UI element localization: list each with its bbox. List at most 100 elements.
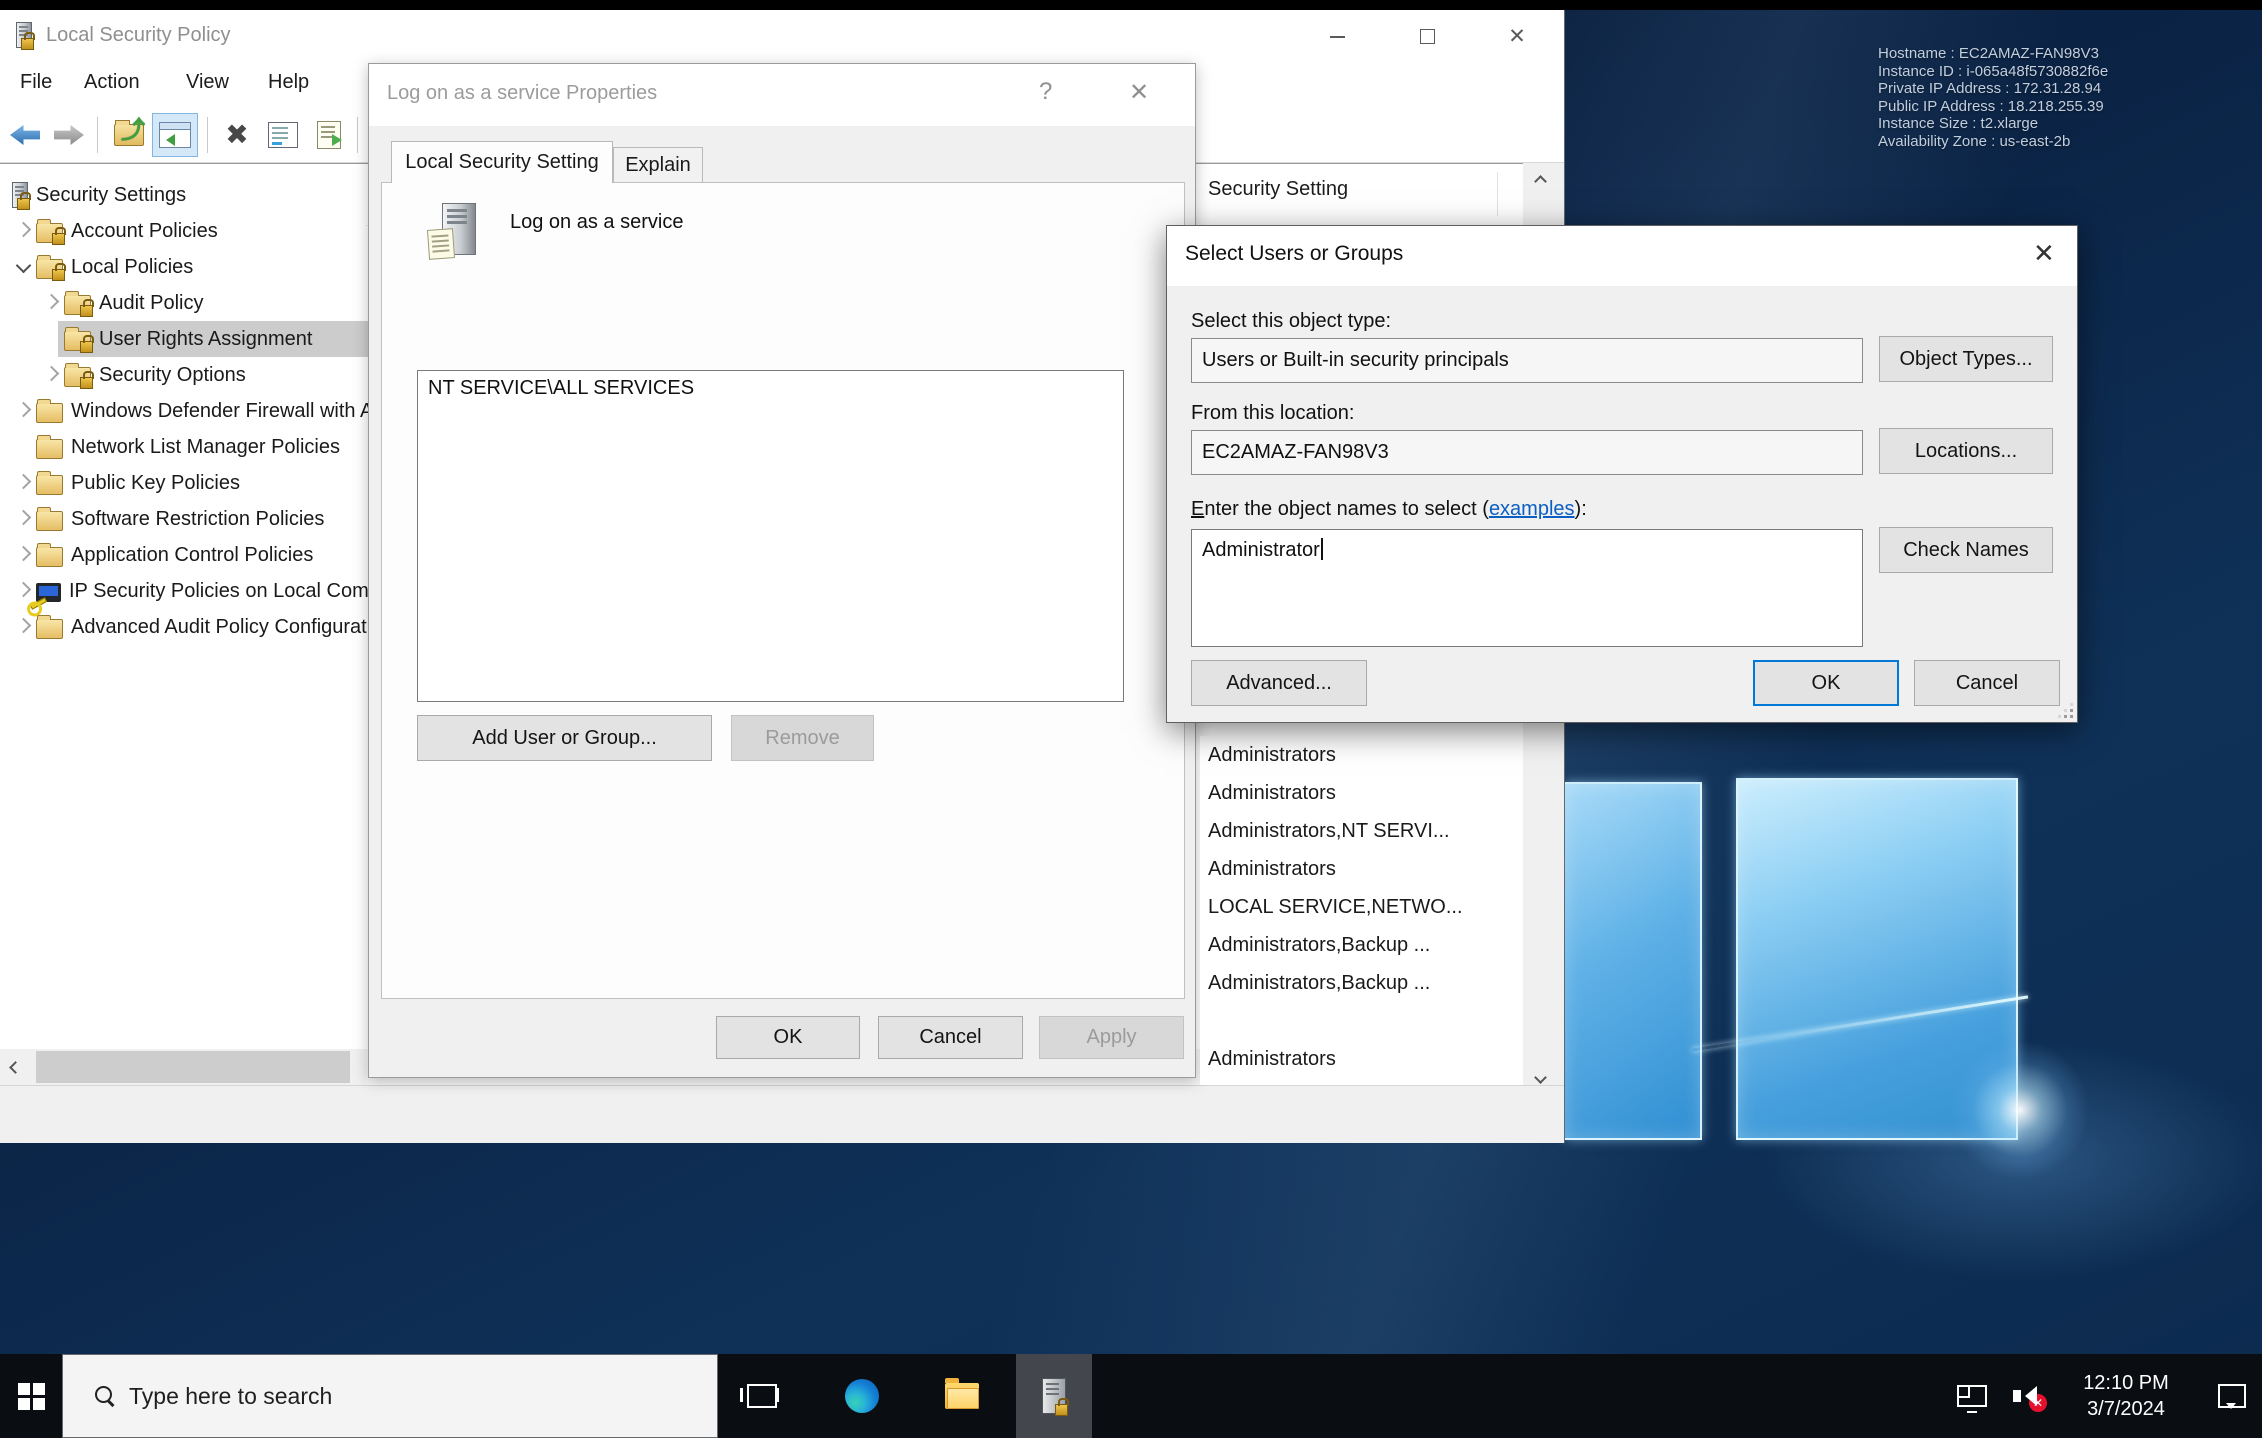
column-header-security-setting[interactable]: Security Setting bbox=[1208, 178, 1348, 201]
scroll-up-button[interactable] bbox=[1523, 163, 1558, 199]
folder-icon bbox=[36, 547, 63, 567]
check-names-button[interactable]: Check Names bbox=[1879, 527, 2053, 573]
object-type-field[interactable]: Users or Built-in security principals bbox=[1191, 338, 1863, 383]
object-names-input[interactable]: Administrator bbox=[1191, 529, 1863, 647]
maximize-button[interactable] bbox=[1382, 10, 1472, 63]
properties-button[interactable] bbox=[262, 113, 304, 157]
tree-item-ip-security-policies[interactable]: IP Security Policies on Local Computer bbox=[0, 573, 420, 609]
members-listbox[interactable]: NT SERVICE\ALL SERVICES bbox=[417, 370, 1124, 702]
scroll-left-button[interactable] bbox=[0, 1049, 30, 1085]
chevron-down-icon[interactable] bbox=[15, 258, 31, 274]
menu-help[interactable]: Help bbox=[268, 71, 309, 94]
toolbar-separator bbox=[97, 117, 98, 153]
task-view-button[interactable] bbox=[726, 1354, 798, 1438]
scroll-document-icon bbox=[427, 228, 455, 260]
up-level-button[interactable]: ⤴ bbox=[108, 113, 150, 157]
tree-item-audit-policy[interactable]: Audit Policy bbox=[0, 285, 420, 321]
tab-local-security-setting[interactable]: Local Security Setting bbox=[391, 141, 613, 183]
scrollbar-thumb[interactable] bbox=[36, 1051, 350, 1083]
list-item[interactable]: Administrators,Backup ... bbox=[1208, 926, 1523, 964]
forward-button[interactable] bbox=[48, 113, 90, 157]
tree-item-label: Application Control Policies bbox=[71, 544, 313, 567]
action-center-icon bbox=[2218, 1384, 2246, 1408]
network-tray-button[interactable] bbox=[1948, 1354, 1996, 1438]
dialog-titlebar: Select Users or Groups ✕ bbox=[1167, 226, 2077, 286]
tree-item-security-settings[interactable]: Security Settings bbox=[0, 177, 420, 213]
cancel-button[interactable]: Cancel bbox=[1914, 660, 2060, 706]
tree-item-advanced-audit-policy[interactable]: Advanced Audit Policy Configuration bbox=[0, 609, 420, 645]
chevron-right-icon[interactable] bbox=[43, 366, 59, 382]
menu-view[interactable]: View bbox=[186, 71, 229, 94]
tree-item-user-rights-assignment[interactable]: User Rights Assignment bbox=[0, 321, 420, 357]
chevron-right-icon[interactable] bbox=[15, 402, 31, 418]
chevron-right-icon[interactable] bbox=[15, 618, 31, 634]
close-button[interactable]: ✕ bbox=[2033, 238, 2055, 269]
chevron-right-icon[interactable] bbox=[43, 294, 59, 310]
chevron-right-icon[interactable] bbox=[15, 222, 31, 238]
volume-tray-button[interactable]: ✕ bbox=[2000, 1354, 2052, 1438]
list-item[interactable] bbox=[1208, 1002, 1523, 1040]
back-button[interactable] bbox=[4, 113, 46, 157]
chevron-right-icon[interactable] bbox=[15, 474, 31, 490]
list-item[interactable]: Administrators bbox=[1208, 736, 1523, 774]
tree-item-network-list-manager[interactable]: Network List Manager Policies bbox=[0, 429, 420, 465]
tree-item-security-options[interactable]: Security Options bbox=[0, 357, 420, 393]
lock-icon bbox=[17, 198, 30, 210]
apply-button[interactable]: Apply bbox=[1039, 1016, 1184, 1059]
taskbar: Type here to search ✕ 12:10 PM 3/7/2024 bbox=[0, 1354, 2262, 1438]
ok-button[interactable]: OK bbox=[1753, 660, 1899, 706]
examples-link[interactable]: examples bbox=[1489, 498, 1575, 520]
tree-item-public-key-policies[interactable]: Public Key Policies bbox=[0, 465, 420, 501]
show-console-tree-button[interactable] bbox=[152, 113, 198, 157]
cancel-button[interactable]: Cancel bbox=[878, 1016, 1023, 1059]
tree-item-application-control[interactable]: Application Control Policies bbox=[0, 537, 420, 573]
member-item[interactable]: NT SERVICE\ALL SERVICES bbox=[418, 371, 1123, 406]
add-user-or-group-button[interactable]: Add User or Group... bbox=[417, 715, 712, 761]
object-types-button[interactable]: Object Types... bbox=[1879, 336, 2053, 382]
ec2-public-ip: Public IP Address : 18.218.255.39 bbox=[1878, 98, 2108, 116]
delete-button[interactable]: ✖ bbox=[216, 113, 258, 157]
export-list-button[interactable] bbox=[308, 113, 350, 157]
file-explorer-button[interactable] bbox=[926, 1354, 998, 1438]
dialog-title: Select Users or Groups bbox=[1185, 242, 1403, 266]
tree-item-local-policies[interactable]: Local Policies bbox=[0, 249, 420, 285]
chevron-right-icon[interactable] bbox=[15, 582, 31, 598]
clock-time: 12:10 PM bbox=[2083, 1370, 2169, 1396]
list-item[interactable]: LOCAL SERVICE,NETWO... bbox=[1208, 888, 1523, 926]
start-button[interactable] bbox=[0, 1354, 62, 1438]
minimize-button[interactable] bbox=[1292, 10, 1382, 63]
chevron-right-icon[interactable] bbox=[15, 546, 31, 562]
advanced-button[interactable]: Advanced... bbox=[1191, 660, 1367, 706]
list-item[interactable]: Administrators,Backup ... bbox=[1208, 964, 1523, 1002]
locations-button[interactable]: Locations... bbox=[1879, 428, 2053, 474]
help-button[interactable]: ? bbox=[1039, 78, 1052, 106]
resize-grip[interactable] bbox=[2059, 704, 2073, 718]
ok-button[interactable]: OK bbox=[716, 1016, 860, 1059]
menu-action[interactable]: Action bbox=[84, 71, 140, 94]
tree-item-windows-defender-firewall[interactable]: Windows Defender Firewall with Advanced … bbox=[0, 393, 420, 429]
list-item[interactable]: Administrators bbox=[1208, 1040, 1523, 1078]
close-button[interactable]: ✕ bbox=[1129, 78, 1149, 107]
tree-item-account-policies[interactable]: Account Policies bbox=[0, 213, 420, 249]
folder-lock-icon bbox=[64, 331, 91, 351]
taskbar-search[interactable]: Type here to search bbox=[62, 1354, 718, 1438]
list-item[interactable]: Administrators bbox=[1208, 850, 1523, 888]
list-item[interactable]: Administrators,NT SERVI... bbox=[1208, 812, 1523, 850]
forward-arrow-icon bbox=[54, 125, 84, 145]
dialog-titlebar: Log on as a service Properties ? ✕ bbox=[369, 64, 1195, 126]
location-field[interactable]: EC2AMAZ-FAN98V3 bbox=[1191, 430, 1863, 475]
local-security-policy-taskbar-button[interactable] bbox=[1016, 1354, 1092, 1438]
edge-button[interactable] bbox=[826, 1354, 898, 1438]
column-divider[interactable] bbox=[1497, 172, 1498, 216]
list-item[interactable]: Administrators bbox=[1208, 774, 1523, 812]
tree-item-software-restriction[interactable]: Software Restriction Policies bbox=[0, 501, 420, 537]
tree-horizontal-scrollbar[interactable] bbox=[0, 1049, 366, 1085]
remove-button[interactable]: Remove bbox=[731, 715, 874, 761]
console-tree-pane: Security Settings Account Policies Local… bbox=[0, 163, 366, 1049]
menu-file[interactable]: File bbox=[20, 71, 52, 94]
tab-explain[interactable]: Explain bbox=[613, 147, 703, 183]
action-center-button[interactable] bbox=[2206, 1354, 2258, 1438]
taskbar-clock[interactable]: 12:10 PM 3/7/2024 bbox=[2058, 1354, 2194, 1438]
close-button[interactable]: ✕ bbox=[1472, 10, 1562, 63]
chevron-right-icon[interactable] bbox=[15, 510, 31, 526]
